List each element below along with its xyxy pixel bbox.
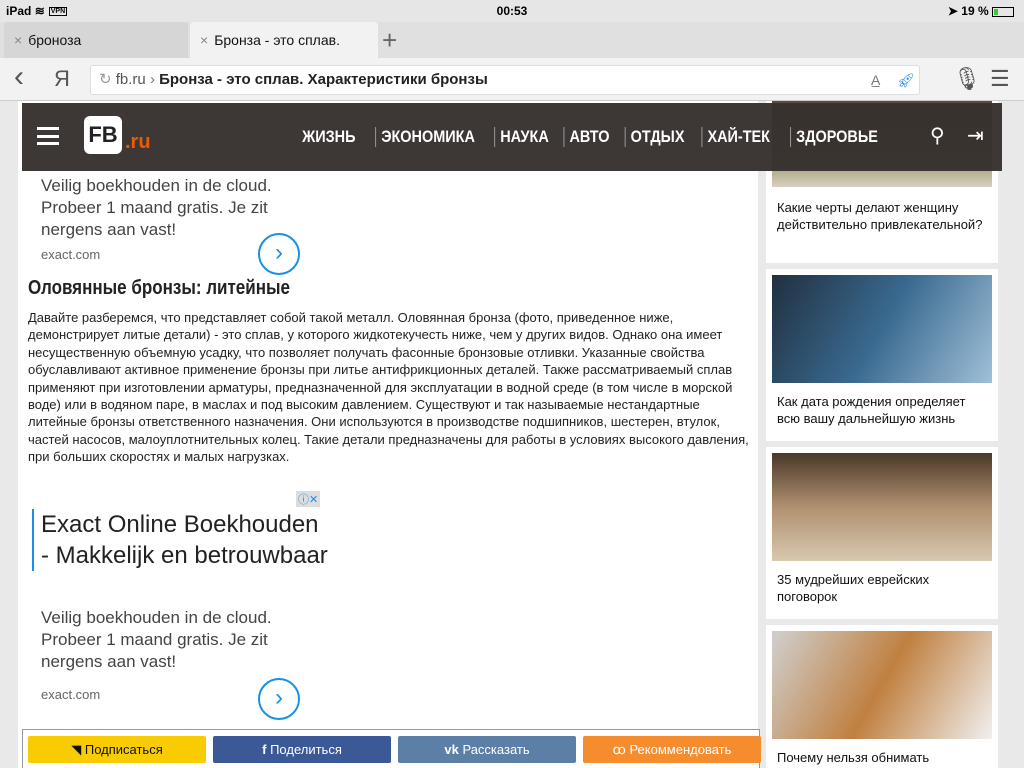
subscribe-button[interactable]: ◥ Подписаться bbox=[28, 736, 206, 763]
button-label: Рассказать bbox=[462, 742, 530, 757]
new-tab-button[interactable]: + bbox=[382, 22, 397, 58]
url-domain: fb.ru bbox=[115, 71, 146, 88]
card-image[interactable] bbox=[772, 275, 992, 383]
reload-icon[interactable]: ↻ bbox=[99, 71, 112, 88]
login-icon[interactable]: ⇥ bbox=[967, 123, 984, 148]
ad-description: Veilig boekhouden in de cloud. Probeer 1… bbox=[41, 608, 272, 671]
ok-share-button[interactable]: ꝏ Рекоммендовать bbox=[583, 736, 761, 763]
rocket-icon[interactable]: 🚀︎ bbox=[897, 66, 915, 94]
ad-title[interactable]: Exact Online Boekhouden - Makkelijk en b… bbox=[32, 509, 332, 571]
article-column: Veilig boekhouden in de cloud. Probeer 1… bbox=[18, 101, 758, 768]
card-caption[interactable]: Какие черты делают женщину действительно… bbox=[777, 199, 987, 233]
main-nav: ЖИЗНЬ ЭКОНОМИКА НАУКА АВТО ОТДЫХ ХАЙ-ТЕК… bbox=[297, 127, 891, 147]
nav-nauka[interactable]: НАУКА bbox=[494, 127, 554, 147]
share-bar: ◥ Подписаться f Поделиться vk Рассказать… bbox=[22, 729, 761, 768]
section-heading: Оловянные бронзы: литейные bbox=[28, 277, 290, 299]
card-caption[interactable]: 35 мудрейших еврейских поговорок bbox=[777, 571, 987, 605]
battery-percent: 19 % bbox=[961, 4, 989, 18]
battery-icon bbox=[992, 6, 1014, 17]
button-label: Поделиться bbox=[270, 742, 342, 757]
tab-bar: × броноза × Бронза - это сплав. + bbox=[0, 22, 1024, 59]
site-logo-suffix: .ru bbox=[125, 131, 151, 153]
button-label: Рекоммендовать bbox=[629, 742, 732, 757]
card-caption[interactable]: Почему нельзя обнимать bbox=[777, 749, 987, 766]
address-bar[interactable]: ↻ fb.ru › Бронза - это сплав. Характерис… bbox=[90, 65, 920, 95]
hamburger-menu-icon[interactable] bbox=[37, 127, 59, 145]
nav-avto[interactable]: АВТО bbox=[563, 127, 615, 147]
microphone-icon[interactable]: 🎙︎ bbox=[953, 66, 981, 92]
url-separator: › bbox=[149, 71, 155, 88]
card-caption[interactable]: Как дата рождения определяет всю вашу да… bbox=[777, 393, 987, 427]
close-tab-icon[interactable]: × bbox=[14, 32, 22, 48]
card-image[interactable] bbox=[772, 631, 992, 739]
site-header: FB .ru ЖИЗНЬ ЭКОНОМИКА НАУКА АВТО ОТДЫХ … bbox=[22, 103, 1002, 171]
rss-icon: ◥ bbox=[71, 742, 85, 757]
site-logo[interactable]: FB bbox=[84, 116, 122, 154]
sidebar-card[interactable]: Как дата рождения определяет всю вашу да… bbox=[766, 269, 998, 441]
sidebar-card[interactable]: 35 мудрейших еврейских поговорок bbox=[766, 447, 998, 619]
vk-icon: vk bbox=[444, 742, 463, 757]
ad-description: Veilig boekhouden in de cloud. Probeer 1… bbox=[41, 176, 272, 239]
article-paragraph: Давайте разберемся, что представляет соб… bbox=[28, 310, 749, 465]
close-tab-icon[interactable]: × bbox=[200, 32, 208, 48]
vk-share-button[interactable]: vk Рассказать bbox=[398, 736, 576, 763]
tab-bronza-active[interactable]: × Бронза - это сплав. bbox=[190, 22, 378, 59]
status-bar: iPad ≋ VPN 00:53 ➤ 19 % bbox=[0, 0, 1024, 22]
tab-label: Бронза - это сплав. bbox=[214, 32, 340, 48]
menu-icon[interactable]: ☰ bbox=[990, 66, 1010, 92]
search-icon[interactable]: ⚲ bbox=[930, 123, 945, 148]
yandex-button[interactable]: Я bbox=[54, 66, 70, 92]
tab-bronoza[interactable]: × броноза bbox=[4, 22, 188, 58]
tab-label: броноза bbox=[28, 32, 82, 48]
reader-mode-icon[interactable]: A̲ bbox=[871, 66, 880, 94]
nav-hi-tech[interactable]: ХАЙ-ТЕК bbox=[701, 127, 776, 147]
ad-open-button[interactable]: › bbox=[258, 678, 300, 720]
browser-toolbar: ‹ Я ↻ fb.ru › Бронза - это сплав. Характ… bbox=[0, 58, 1024, 101]
card-image[interactable] bbox=[772, 453, 992, 561]
odnoklassniki-icon: ꝏ bbox=[612, 742, 630, 757]
facebook-share-button[interactable]: f Поделиться bbox=[213, 736, 391, 763]
ad-domain[interactable]: exact.com bbox=[41, 247, 100, 262]
nav-zhizn[interactable]: ЖИЗНЬ bbox=[302, 127, 360, 147]
ad-info-close-icon[interactable]: ⓘ✕ bbox=[296, 491, 321, 507]
clock: 00:53 bbox=[496, 4, 528, 18]
page-title: Бронза - это сплав. Характеристики бронз… bbox=[159, 71, 488, 88]
back-button[interactable]: ‹ bbox=[14, 60, 24, 94]
nav-ekonomika[interactable]: ЭКОНОМИКА bbox=[374, 127, 480, 147]
nav-zdorovie[interactable]: ЗДОРОВЬЕ bbox=[790, 127, 883, 147]
ad-open-button[interactable]: › bbox=[258, 233, 300, 275]
facebook-icon: f bbox=[262, 742, 271, 757]
web-page: Veilig boekhouden in de cloud. Probeer 1… bbox=[0, 101, 1024, 768]
location-icon: ➤ bbox=[947, 4, 958, 18]
ad-domain[interactable]: exact.com bbox=[41, 687, 100, 702]
nav-otdykh[interactable]: ОТДЫХ bbox=[624, 127, 690, 147]
button-label: Подписаться bbox=[84, 742, 163, 757]
sidebar-card[interactable]: Почему нельзя обнимать bbox=[766, 625, 998, 768]
